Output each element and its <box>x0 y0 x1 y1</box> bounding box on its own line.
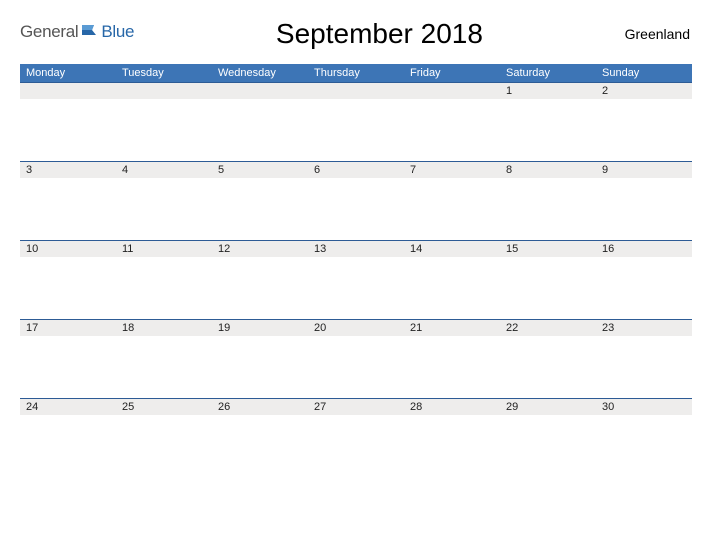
day-cell <box>20 415 116 477</box>
day-number: 10 <box>20 240 116 257</box>
day-cell <box>500 257 596 319</box>
day-cell <box>404 178 500 240</box>
day-cell <box>500 336 596 398</box>
weekday-header: Tuesday <box>116 64 212 82</box>
day-number: 19 <box>212 319 308 336</box>
day-number: 16 <box>596 240 692 257</box>
day-cell <box>20 99 116 161</box>
day-number: 6 <box>308 161 404 178</box>
weekday-header: Saturday <box>500 64 596 82</box>
day-cell <box>596 257 692 319</box>
day-number: 24 <box>20 398 116 415</box>
calendar-week: 12 <box>20 82 692 161</box>
day-number: 20 <box>308 319 404 336</box>
day-cell <box>212 178 308 240</box>
weekday-header: Thursday <box>308 64 404 82</box>
day-cell <box>596 415 692 477</box>
day-number: 17 <box>20 319 116 336</box>
day-cell <box>116 99 212 161</box>
day-cell <box>212 257 308 319</box>
weekday-header: Friday <box>404 64 500 82</box>
logo-flag-icon <box>81 23 99 42</box>
weekday-header-row: Monday Tuesday Wednesday Thursday Friday… <box>20 64 692 82</box>
day-cell <box>596 336 692 398</box>
day-cell <box>212 336 308 398</box>
day-number: 8 <box>500 161 596 178</box>
calendar-region: Greenland <box>625 18 692 42</box>
day-number: 26 <box>212 398 308 415</box>
day-cell <box>500 99 596 161</box>
day-number: 2 <box>596 82 692 99</box>
day-number: 23 <box>596 319 692 336</box>
day-number <box>212 82 308 99</box>
day-number: 22 <box>500 319 596 336</box>
calendar-week: 3456789 <box>20 161 692 240</box>
day-number: 1 <box>500 82 596 99</box>
day-number: 27 <box>308 398 404 415</box>
day-cell <box>116 257 212 319</box>
day-number: 13 <box>308 240 404 257</box>
day-cell <box>596 99 692 161</box>
day-cell <box>308 99 404 161</box>
day-cell <box>500 415 596 477</box>
weekday-header: Monday <box>20 64 116 82</box>
day-number: 29 <box>500 398 596 415</box>
day-cell <box>308 257 404 319</box>
day-number <box>20 82 116 99</box>
calendar-grid: Monday Tuesday Wednesday Thursday Friday… <box>20 64 692 477</box>
day-number <box>308 82 404 99</box>
day-cell <box>308 415 404 477</box>
day-number <box>116 82 212 99</box>
day-number: 3 <box>20 161 116 178</box>
day-number: 18 <box>116 319 212 336</box>
weekday-header: Sunday <box>596 64 692 82</box>
day-cell <box>404 99 500 161</box>
day-cell <box>308 178 404 240</box>
day-cell <box>404 415 500 477</box>
day-number: 9 <box>596 161 692 178</box>
day-number: 21 <box>404 319 500 336</box>
day-cell <box>596 178 692 240</box>
day-cell <box>212 99 308 161</box>
logo-text-blue: Blue <box>101 22 134 42</box>
day-cell <box>116 336 212 398</box>
day-number: 12 <box>212 240 308 257</box>
day-cell <box>404 257 500 319</box>
day-number: 15 <box>500 240 596 257</box>
day-cell <box>20 336 116 398</box>
day-cell <box>500 178 596 240</box>
day-cell <box>308 336 404 398</box>
day-number: 28 <box>404 398 500 415</box>
day-number: 14 <box>404 240 500 257</box>
calendar-title: September 2018 <box>134 18 624 50</box>
day-number: 30 <box>596 398 692 415</box>
day-number: 25 <box>116 398 212 415</box>
brand-logo: General Blue <box>20 18 134 42</box>
calendar-week: 10111213141516 <box>20 240 692 319</box>
day-cell <box>404 336 500 398</box>
day-number: 7 <box>404 161 500 178</box>
day-cell <box>212 415 308 477</box>
day-cell <box>20 178 116 240</box>
day-cell <box>116 178 212 240</box>
calendar-week: 17181920212223 <box>20 319 692 398</box>
calendar-week: 24252627282930 <box>20 398 692 477</box>
day-number: 5 <box>212 161 308 178</box>
day-number: 4 <box>116 161 212 178</box>
calendar-weeks: 1234567891011121314151617181920212223242… <box>20 82 692 477</box>
day-cell <box>116 415 212 477</box>
logo-text-general: General <box>20 22 78 42</box>
weekday-header: Wednesday <box>212 64 308 82</box>
calendar-header: General Blue September 2018 Greenland <box>20 18 692 50</box>
day-cell <box>20 257 116 319</box>
day-number: 11 <box>116 240 212 257</box>
day-number <box>404 82 500 99</box>
